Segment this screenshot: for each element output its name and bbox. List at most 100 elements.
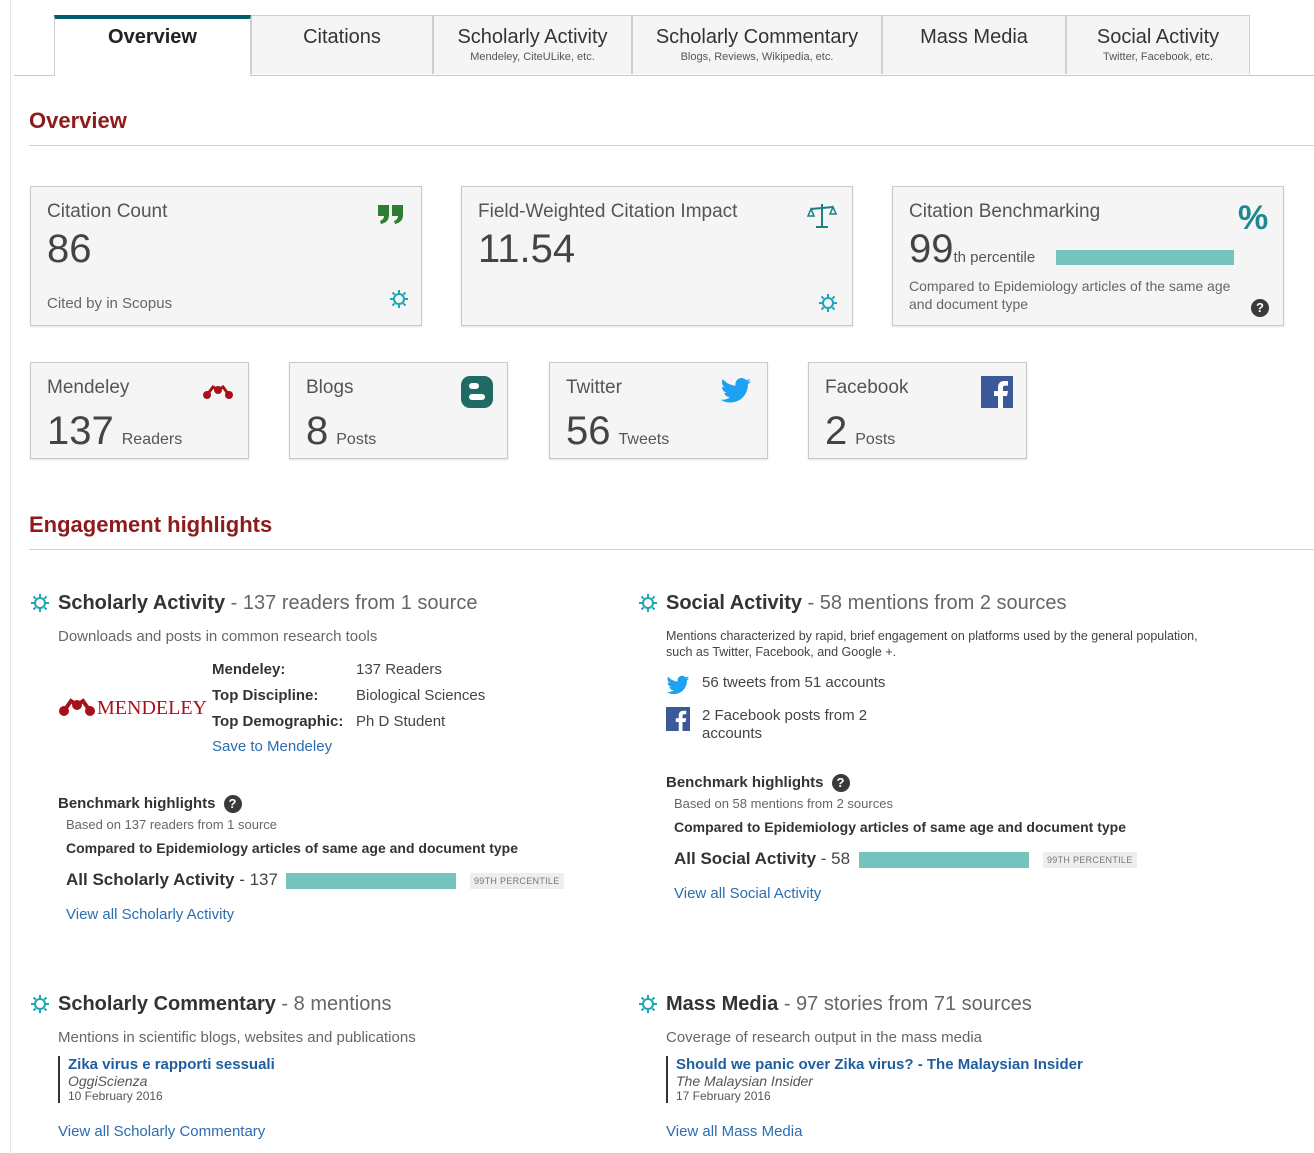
media-story: Should we panic over Zika virus? - The M…	[666, 1056, 1083, 1103]
scopus-gear-icon	[818, 293, 838, 318]
view-all-social-activity-link[interactable]: View all Social Activity	[674, 885, 821, 902]
help-icon[interactable]: ?	[1251, 299, 1269, 317]
quote-icon	[376, 203, 406, 230]
tab-mass-media[interactable]: Mass Media	[882, 15, 1066, 74]
scopus-gear-icon	[30, 593, 50, 618]
story-title-link[interactable]: Zika virus e rapporti sessuali	[68, 1056, 275, 1073]
percentile-bar	[286, 873, 456, 889]
citation-benchmarking-card[interactable]: Citation Benchmarking 99th percentile Co…	[892, 186, 1284, 326]
card-title: Citation Benchmarking	[909, 201, 1101, 222]
row-value: Biological Sciences	[356, 687, 486, 704]
tweets-summary: 56 tweets from 51 accounts	[702, 674, 886, 691]
story-source: The Malaysian Insider	[676, 1073, 813, 1089]
engagement-heading: Engagement highlights	[29, 512, 273, 537]
mendeley-readers-row: Mendeley: 137 Readers	[212, 661, 442, 678]
mass-media-heading: Mass Media - 97 stories from 71 sources	[666, 993, 1032, 1016]
percentile-value: 99	[909, 227, 954, 271]
section-description: Mentions characterized by rapid, brief e…	[666, 629, 1198, 659]
section-title: Scholarly Activity	[58, 592, 226, 614]
citation-count-card[interactable]: Citation Count 86 Cited by in Scopus	[30, 186, 422, 326]
section-summary: - 97 stories from 71 sources	[783, 993, 1032, 1015]
tab-sublabel: Blogs, Reviews, Wikipedia, etc.	[680, 51, 834, 63]
bm-value: - 58	[820, 849, 851, 868]
benchmark-comparison: Compared to Epidemiology articles of sam…	[66, 840, 518, 856]
top-demographic-row: Top Demographic: Ph D Student	[212, 713, 445, 730]
scopus-gear-icon	[638, 593, 658, 618]
bm-label: All Scholarly Activity	[66, 870, 235, 889]
scales-icon	[806, 201, 838, 236]
overview-heading: Overview	[29, 108, 127, 133]
help-icon[interactable]: ?	[831, 774, 850, 793]
view-all-mass-media-link[interactable]: View all Mass Media	[666, 1123, 802, 1140]
tab-label: Social Activity	[1096, 26, 1220, 48]
tab-overview[interactable]: Overview	[54, 15, 251, 76]
card-title: Citation Count	[47, 201, 168, 222]
scopus-gear-icon	[389, 289, 409, 314]
card-title: Twitter	[566, 377, 622, 398]
story-title-link[interactable]: Should we panic over Zika virus? - The M…	[676, 1056, 1083, 1073]
fb-posts-unit: Posts	[855, 431, 896, 448]
facebook-card[interactable]: Facebook 2 Posts	[808, 362, 1027, 459]
benchmark-comparison: Compared to Epidemiology articles of sam…	[674, 819, 1126, 835]
benchmark-subtitle: Based on 137 readers from 1 source	[66, 817, 278, 832]
tab-scholarly-commentary[interactable]: Scholarly Commentary Blogs, Reviews, Wik…	[632, 15, 882, 74]
tab-sublabel: Twitter, Facebook, etc.	[1102, 51, 1214, 63]
card-title: Facebook	[825, 377, 909, 398]
divider	[29, 549, 1314, 550]
tab-social-activity[interactable]: Social Activity Twitter, Facebook, etc.	[1066, 15, 1250, 74]
card-value: 86	[47, 227, 92, 271]
tab-label: Mass Media	[920, 26, 1028, 48]
scholarly-activity-heading: Scholarly Activity - 137 readers from 1 …	[58, 592, 477, 615]
percent-icon: %	[1238, 199, 1269, 237]
card-footer: Cited by in Scopus	[47, 295, 173, 312]
blogs-card[interactable]: Blogs 8 Posts	[289, 362, 508, 459]
tab-bar: Overview Citations Scholarly Activity Me…	[14, 15, 1314, 76]
posts-unit: Posts	[336, 431, 377, 448]
card-title: Field-Weighted Citation Impact	[478, 201, 738, 222]
card-value: 8 Posts	[306, 411, 376, 460]
tab-label: Scholarly Activity	[457, 26, 608, 48]
tweets-unit: Tweets	[618, 431, 670, 448]
section-description: Mentions in scientific blogs, websites a…	[58, 1029, 416, 1046]
bm-title-text: Benchmark highlights	[666, 774, 824, 791]
row-value: Ph D Student	[356, 713, 446, 730]
tab-scholarly-activity[interactable]: Scholarly Activity Mendeley, CiteULike, …	[433, 15, 632, 74]
view-all-scholarly-commentary-link[interactable]: View all Scholarly Commentary	[58, 1123, 265, 1140]
row-label: Mendeley:	[212, 661, 286, 678]
fwci-card[interactable]: Field-Weighted Citation Impact 11.54	[461, 186, 853, 326]
tab-citations[interactable]: Citations	[251, 15, 433, 74]
section-title: Social Activity	[666, 592, 802, 614]
facebook-icon	[981, 376, 1013, 413]
social-activity-heading: Social Activity - 58 mentions from 2 sou…	[666, 592, 1067, 615]
mendeley-card[interactable]: Mendeley 137 Readers	[30, 362, 249, 459]
facebook-summary: 2 Facebook posts from 2 accounts	[702, 707, 868, 742]
twitter-card[interactable]: Twitter 56 Tweets	[549, 362, 768, 459]
benchmark-line: All Social Activity - 58	[674, 849, 850, 869]
percentile-bar	[1056, 250, 1234, 265]
tab-label: Scholarly Commentary	[655, 26, 859, 48]
tweets-count: 56	[566, 409, 611, 453]
facebook-icon	[666, 707, 690, 736]
tab-label: Citations	[303, 26, 381, 48]
section-description: Coverage of research output in the mass …	[666, 1029, 983, 1046]
posts-count: 8	[306, 409, 329, 453]
card-value: 99th percentile	[909, 229, 1035, 278]
section-summary: - 58 mentions from 2 sources	[807, 592, 1067, 614]
section-title: Mass Media	[666, 993, 779, 1015]
view-all-scholarly-activity-link[interactable]: View all Scholarly Activity	[66, 906, 234, 923]
blogger-icon	[460, 375, 494, 414]
card-value: 56 Tweets	[566, 411, 669, 460]
mendeley-logo: MENDELEY	[57, 697, 207, 720]
save-to-mendeley-link[interactable]: Save to Mendeley	[212, 738, 332, 755]
twitter-icon	[666, 675, 690, 701]
card-footer: Compared to Epidemiology articles of the…	[909, 278, 1231, 312]
percentile-suffix: th percentile	[953, 249, 1036, 266]
section-summary: - 8 mentions	[281, 993, 392, 1015]
benchmark-subtitle: Based on 58 mentions from 2 sources	[674, 796, 893, 811]
row-label: Top Discipline:	[212, 687, 319, 704]
fb-posts-count: 2	[825, 409, 848, 453]
help-icon[interactable]: ?	[223, 795, 242, 814]
mendeley-logo-text: MENDELEY	[97, 697, 207, 719]
card-value: 137 Readers	[47, 411, 182, 460]
readers-count: 137	[47, 409, 114, 453]
